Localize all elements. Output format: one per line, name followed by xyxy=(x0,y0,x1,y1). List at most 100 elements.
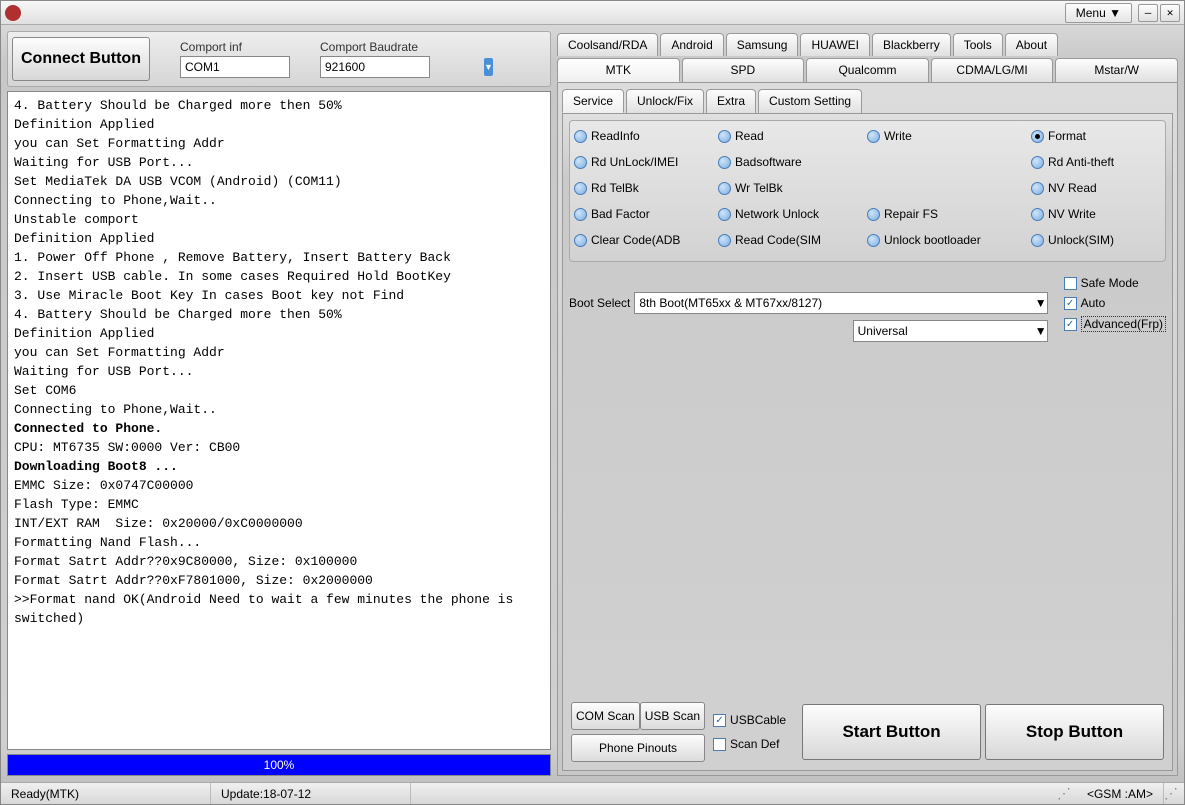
radio-icon xyxy=(867,208,880,221)
tab-qualcomm[interactable]: Qualcomm xyxy=(806,58,929,82)
tab-service[interactable]: Service xyxy=(562,89,624,113)
service-tab-body: ReadInfo Read Write Format Rd UnLock/IMEI Bad… xyxy=(562,113,1173,771)
auto-check[interactable]: Auto xyxy=(1064,296,1166,310)
radio-wr-telbk[interactable]: Wr TelBk xyxy=(718,181,863,195)
tab-samsung[interactable]: Samsung xyxy=(726,33,799,56)
chevron-down-icon[interactable]: ▼ xyxy=(1035,296,1047,310)
checkbox-icon xyxy=(1064,277,1077,290)
safe-mode-label: Safe Mode xyxy=(1081,276,1139,290)
tab-blackberry[interactable]: Blackberry xyxy=(872,33,951,56)
radio-unlock-sim-[interactable]: Unlock(SIM) xyxy=(1031,233,1161,247)
status-update: Update:18-07-12 xyxy=(211,783,411,804)
scan-def-label: Scan Def xyxy=(730,737,779,751)
chevron-down-icon[interactable]: ▼ xyxy=(484,58,493,76)
stop-button[interactable]: Stop Button xyxy=(985,704,1164,760)
usb-scan-button[interactable]: USB Scan xyxy=(640,702,705,730)
connect-button[interactable]: Connect Button xyxy=(12,37,150,81)
safe-mode-check[interactable]: Safe Mode xyxy=(1064,276,1166,290)
radio-read[interactable]: Read xyxy=(718,129,863,143)
radio-badsoftware[interactable]: Badsoftware xyxy=(718,155,863,169)
tab-huawei[interactable]: HUAWEI xyxy=(800,33,870,56)
left-panel: Connect Button Comport inf ▼ Comport Bau… xyxy=(7,31,551,776)
radio-label: ReadInfo xyxy=(591,129,640,143)
main-area: Connect Button Comport inf ▼ Comport Bau… xyxy=(1,25,1184,782)
tab-coolsand-rda[interactable]: Coolsand/RDA xyxy=(557,33,658,56)
radio-rd-telbk[interactable]: Rd TelBk xyxy=(574,181,714,195)
radio-icon xyxy=(574,156,587,169)
progress-label: 100% xyxy=(8,755,550,775)
statusbar: Ready(MTK) Update:18-07-12 ⋰ <GSM :AM> ⋰ xyxy=(1,782,1184,804)
menu-button[interactable]: Menu ▼ xyxy=(1065,3,1132,23)
radio-unlock-bootloader[interactable]: Unlock bootloader xyxy=(867,233,1027,247)
radio-repair-fs[interactable]: Repair FS xyxy=(867,207,1027,221)
radio-rd-anti-theft[interactable]: Rd Anti-theft xyxy=(1031,155,1161,169)
boot-mode-combo[interactable]: Universal ▼ xyxy=(853,320,1048,342)
start-button[interactable]: Start Button xyxy=(802,704,981,760)
radio-icon xyxy=(718,182,731,195)
right-panel: Coolsand/RDAAndroidSamsungHUAWEIBlackber… xyxy=(557,31,1178,776)
top-controls: Connect Button Comport inf ▼ Comport Bau… xyxy=(7,31,551,87)
radio-label: Rd Anti-theft xyxy=(1048,155,1114,169)
close-button[interactable]: ✕ xyxy=(1160,4,1180,22)
radio-icon xyxy=(574,182,587,195)
radio-label: Badsoftware xyxy=(735,155,802,169)
radio-write[interactable]: Write xyxy=(867,129,1027,143)
radio-rd-unlock-imei[interactable]: Rd UnLock/IMEI xyxy=(574,155,714,169)
tab-android[interactable]: Android xyxy=(660,33,723,56)
scan-def-check[interactable]: Scan Def xyxy=(713,737,786,751)
radio-network-unlock[interactable]: Network Unlock xyxy=(718,207,863,221)
boot-area: Boot Select 8th Boot(MT65xx & MT67xx/812… xyxy=(569,276,1166,342)
radio-format[interactable]: Format xyxy=(1031,129,1161,143)
tab-row-main: MTKSPDQualcommCDMA/LG/MIMstar/W xyxy=(557,58,1178,82)
tab-spd[interactable]: SPD xyxy=(682,58,805,82)
checkbox-icon xyxy=(713,714,726,727)
titlebar: Menu ▼ — ✕ xyxy=(1,1,1184,25)
radio-nv-write[interactable]: NV Write xyxy=(1031,207,1161,221)
radio-nv-read[interactable]: NV Read xyxy=(1031,181,1161,195)
radio-icon xyxy=(574,130,587,143)
radio-clear-code-adb[interactable]: Clear Code(ADB xyxy=(574,233,714,247)
log-output[interactable]: 4. Battery Should be Charged more then 5… xyxy=(7,91,551,750)
tab-about[interactable]: About xyxy=(1005,33,1058,56)
advanced-frp-check[interactable]: Advanced(Frp) xyxy=(1064,316,1166,332)
minimize-button[interactable]: — xyxy=(1138,4,1158,22)
tab-tools[interactable]: Tools xyxy=(953,33,1003,56)
radio-label: NV Write xyxy=(1048,207,1096,221)
radio-icon xyxy=(718,208,731,221)
baud-combo[interactable]: ▼ xyxy=(320,56,430,78)
grip-icon: ⋰ xyxy=(1057,785,1077,802)
tab-mstar-w[interactable]: Mstar/W xyxy=(1055,58,1178,82)
radio-icon xyxy=(718,234,731,247)
radio-icon xyxy=(718,130,731,143)
phone-pinouts-button[interactable]: Phone Pinouts xyxy=(571,734,705,762)
chevron-down-icon[interactable]: ▼ xyxy=(1035,324,1047,338)
radio-icon xyxy=(1031,234,1044,247)
boot-select-label: Boot Select xyxy=(569,296,630,310)
radio-icon xyxy=(1031,182,1044,195)
radio-icon xyxy=(1031,208,1044,221)
tab-unlock-fix[interactable]: Unlock/Fix xyxy=(626,89,704,113)
baud-input[interactable] xyxy=(321,60,484,74)
radio-label: Format xyxy=(1048,129,1086,143)
radio-icon xyxy=(1031,156,1044,169)
checkbox-icon xyxy=(1064,318,1077,331)
radio-icon xyxy=(1031,130,1044,143)
status-ready: Ready(MTK) xyxy=(1,783,211,804)
progress-bar: 100% xyxy=(7,754,551,776)
radio-readinfo[interactable]: ReadInfo xyxy=(574,129,714,143)
tab-row-top: Coolsand/RDAAndroidSamsungHUAWEIBlackber… xyxy=(557,33,1178,56)
comport-combo[interactable]: ▼ xyxy=(180,56,290,78)
tab-mtk[interactable]: MTK xyxy=(557,58,680,82)
radio-icon xyxy=(867,130,880,143)
tab-cdma-lg-mi[interactable]: CDMA/LG/MI xyxy=(931,58,1054,82)
usb-cable-check[interactable]: USBCable xyxy=(713,713,786,727)
radio-read-code-sim[interactable]: Read Code(SIM xyxy=(718,233,863,247)
status-right: <GSM :AM> xyxy=(1077,783,1164,804)
tab-custom-setting[interactable]: Custom Setting xyxy=(758,89,862,113)
radio-grid: ReadInfo Read Write Format Rd UnLock/IMEI Bad… xyxy=(569,120,1166,262)
radio-icon xyxy=(718,156,731,169)
radio-bad-factor[interactable]: Bad Factor xyxy=(574,207,714,221)
boot-select-combo[interactable]: 8th Boot(MT65xx & MT67xx/8127) ▼ xyxy=(634,292,1047,314)
tab-extra[interactable]: Extra xyxy=(706,89,756,113)
com-scan-button[interactable]: COM Scan xyxy=(571,702,640,730)
